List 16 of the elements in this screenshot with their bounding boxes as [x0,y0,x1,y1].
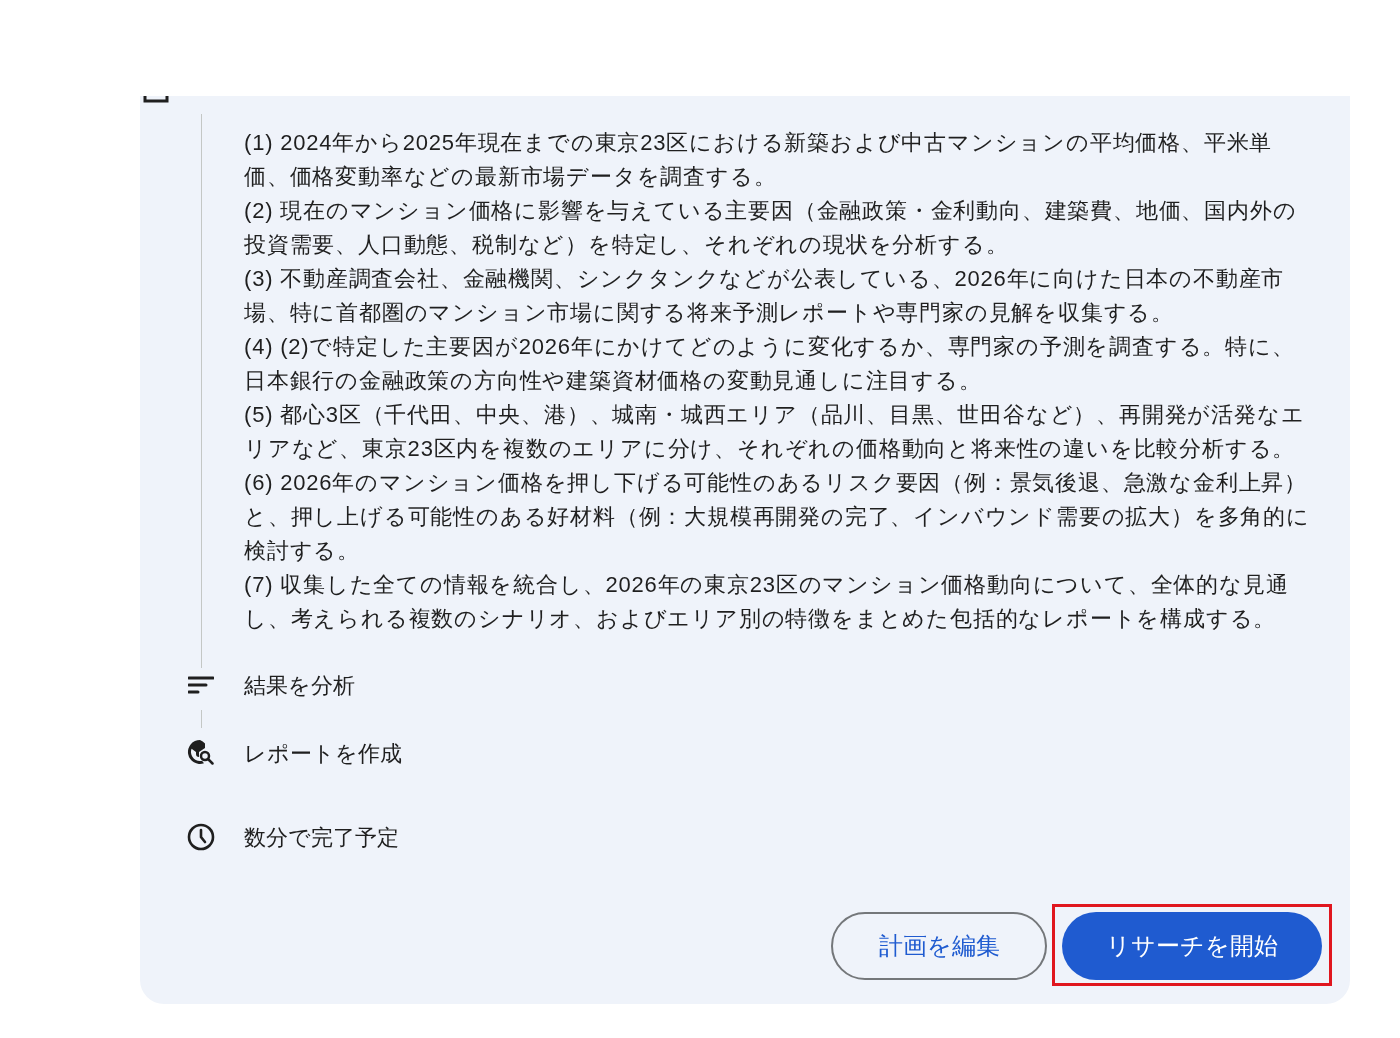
step-label: レポートを作成 [243,739,402,768]
step-icon [143,96,169,104]
globe-search-icon [187,739,215,767]
eta-text: 数分で完了予定 [243,823,399,852]
clock-icon [187,823,215,851]
start-research-button[interactable]: リサーチを開始 [1062,912,1322,980]
plan-step-text: (3) 不動産調査会社、金融機関、シンクタンクなどが公表している、2026年に向けた日本の不動産市場、特に首都圏のマンション市場に関する将来予測レポートや専門家の見解を収集する。 [244,265,1286,327]
plan-step-text: (1) 2024年から2025年現在までの東京23区における新築および中古マンションの平均価格、平米単価、価格変動率などの最新市場データを調査する。 [244,129,1274,191]
step-label: 結果を分析 [243,671,355,700]
sort-lines-icon [188,675,214,695]
plan-step-text: (6) 2026年のマンション価格を押し下げる可能性のあるリスク要因（例：景気後退、急激な金利上昇）と、押し上げる可能性のある好材料（例：大規模再開発の完了、インバウンド需要の拡大）を多角的に検討する。 [244,469,1311,565]
plan-step-text: (4) (2)で特定した主要因が2026年にかけてどのように変化するか、専門家の予測を調査する。特に、日本銀行の金融政策の方向性や建築資材価格の変動見通しに注目する。 [244,333,1296,395]
plan-step-text: (2) 現在のマンション価格に影響を与えている主要因（金融政策・金利動向、建築費、地価、国内外の投資需要、人口動態、税制など）を特定し、それぞれの現状を分析する。 [244,197,1298,259]
edit-plan-button[interactable]: 計画を編集 [831,912,1047,980]
plan-step-text: (7) 収集した全ての情報を統合し、2026年の東京23区のマンション価格動向について、全体的な見通し、考えられる複数のシナリオ、およびエリア別の特徴をまとめた包括的なレポートを構成する。 [244,571,1290,633]
plan-step-text: (5) 都心3区（千代田、中央、港）、城南・城西エリア（品川、目黒、世田谷など）、再開発が活発なエリアなど、東京23区内を複数のエリアに分け、それぞれの価格動向と将来性の違いを比較分析する。 [244,401,1306,463]
